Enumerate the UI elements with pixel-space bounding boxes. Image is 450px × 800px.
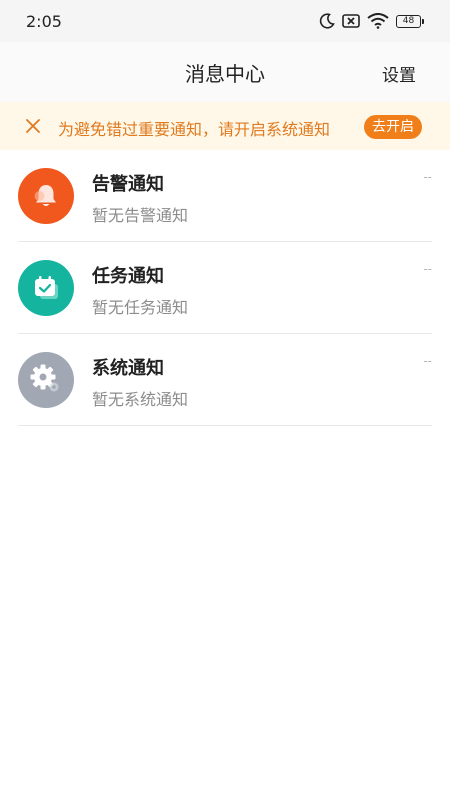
list-item-subtitle: 暂无告警通知: [92, 206, 189, 225]
message-list: 告警通知 暂无告警通知 -- 任务通知 暂无任务通知 -- 系统通知 暂无系统通…: [0, 150, 450, 426]
list-item-subtitle: 暂无系统通知: [92, 390, 189, 409]
bell-icon: [18, 168, 74, 224]
notice-text: 为避免错过重要通知，请开启系统通知: [58, 120, 331, 139]
calendar-check-icon: [18, 260, 74, 316]
close-icon[interactable]: [24, 117, 42, 135]
header: 消息中心 设置: [0, 42, 450, 102]
list-item-title: 系统通知: [92, 358, 164, 379]
status-bar: 2:05 48: [0, 0, 450, 42]
moon-icon: [319, 13, 335, 29]
battery-icon: 48: [396, 14, 424, 28]
list-item-time: --: [423, 354, 432, 368]
enable-notification-button[interactable]: 去开启: [364, 115, 422, 139]
status-icons: 48: [319, 13, 424, 29]
list-item-alarm[interactable]: 告警通知 暂无告警通知 --: [18, 150, 432, 242]
settings-button[interactable]: 设置: [382, 61, 416, 86]
status-time: 2:05: [26, 11, 62, 31]
list-item-task[interactable]: 任务通知 暂无任务通知 --: [18, 242, 432, 334]
wifi-icon: [367, 13, 389, 29]
list-item-title: 告警通知: [92, 174, 164, 195]
battery-level: 48: [396, 14, 421, 28]
gear-icon: [18, 352, 74, 408]
sim-blocked-icon: [342, 14, 360, 28]
list-item-subtitle: 暂无任务通知: [92, 298, 189, 317]
list-item-system[interactable]: 系统通知 暂无系统通知 --: [18, 334, 432, 426]
list-item-time: --: [423, 262, 432, 276]
list-item-title: 任务通知: [92, 266, 164, 287]
list-item-time: --: [423, 170, 432, 184]
notification-notice: 为避免错过重要通知，请开启系统通知 去开启: [0, 102, 450, 150]
